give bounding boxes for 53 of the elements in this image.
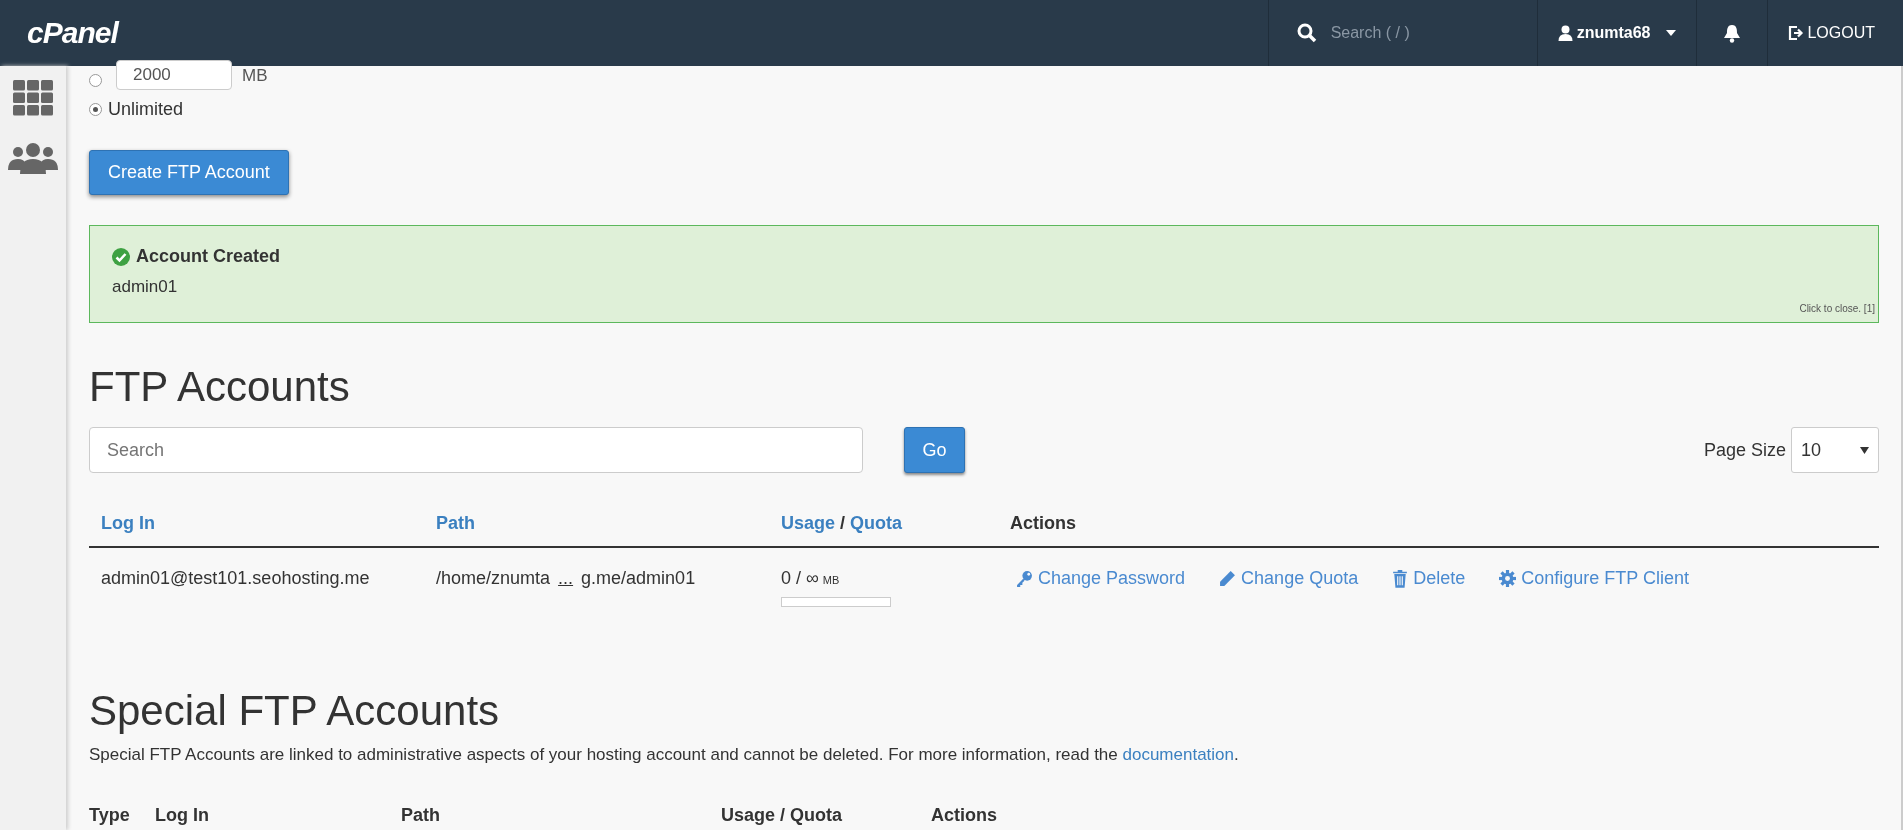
radio-button[interactable] [89,103,102,116]
search-icon [1296,23,1317,43]
create-account-button[interactable]: Create FTP Account [89,150,289,195]
caret-icon [1860,446,1869,454]
logout-icon [1788,25,1805,41]
column-header: Actions [998,501,1879,547]
description-text: Special FTP Accounts are linked to administrative aspects of your hosting account and cannot be deleted. For more information, read the documentation. [89,745,1240,765]
unit-label: MB [242,65,268,86]
table-cell: admin01@test101.seohosting.me [89,547,424,657]
table-cell: /home/znumta ... g.me/admin01 [424,547,769,657]
alert-message: admin01 [112,277,179,297]
sort-link[interactable]: Log In [101,513,155,533]
alert-title: Account Created [136,246,281,267]
user-icon [1557,25,1573,41]
action-link[interactable]: Change Quota [1219,568,1359,589]
go-button[interactable]: Go [904,427,965,473]
action-link[interactable]: Change Password [1016,568,1186,589]
usage-text: 0 / ∞ MB [781,568,841,589]
radio-label[interactable]: Unlimited [108,99,184,120]
action-link[interactable]: Configure FTP Client [1499,568,1689,589]
close-hint: Click to close. [1] [1799,303,1875,314]
action-link[interactable]: Delete [1392,568,1466,589]
search-field[interactable]: Search [89,427,863,473]
logout-link[interactable]: LOGOUT [1768,0,1903,66]
check-circle-icon [112,247,130,266]
column-header: Usage / Quota [721,791,931,830]
radio-button[interactable] [89,74,102,87]
column-header: Usage / Quota [769,501,998,547]
documentation-link[interactable]: documentation [1122,745,1235,764]
user-menu[interactable]: znumta68 [1576,24,1651,42]
users-icon[interactable] [8,142,58,174]
sort-link[interactable]: Quota [850,513,903,533]
column-header: Actions [931,791,1879,830]
caret-icon [1666,30,1677,36]
bell-icon[interactable] [1723,23,1742,43]
sort-link[interactable]: Usage [781,513,836,533]
quota-field[interactable]: 2000 [116,59,232,90]
trash-icon [1392,569,1409,588]
search-field[interactable]: Search ( / ) [1328,23,1503,43]
column-header: Type [89,791,155,830]
pencil-icon [1219,570,1237,587]
column-header: Log In [155,791,401,830]
success-alert[interactable]: Account Created admin01 Click to close. [1] [89,225,1879,323]
section-heading: Special FTP Accounts [89,687,501,735]
section-heading: FTP Accounts [89,363,351,411]
key-icon [1016,570,1033,587]
logo[interactable]: cPanel [0,16,1268,50]
page-size-select[interactable]: 10 [1791,427,1879,473]
column-header: Path [401,791,721,830]
sort-link[interactable]: Path [436,513,475,533]
grid-icon[interactable] [13,80,53,116]
page-size-label: Page Size [1703,439,1786,461]
gear-icon [1499,570,1517,587]
